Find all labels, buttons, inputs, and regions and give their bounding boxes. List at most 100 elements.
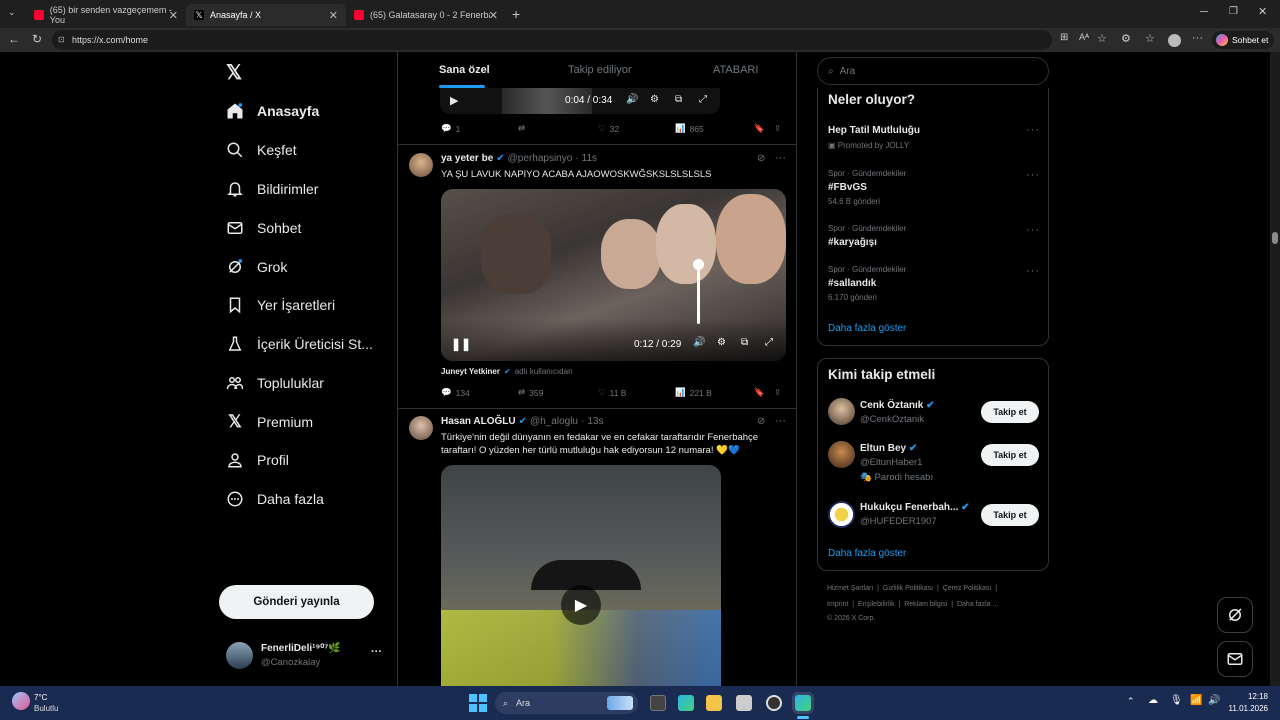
author-handle[interactable]: @perhapsinyo	[508, 153, 573, 164]
minimize-icon[interactable]: ─	[1200, 6, 1208, 18]
nav-item-bookmarks[interactable]: Yer İşaretleri	[226, 293, 335, 317]
nav-item-messages[interactable]: Sohbet	[226, 216, 301, 240]
share-action[interactable]: ⇪	[774, 387, 781, 398]
start-button[interactable]	[469, 694, 487, 712]
more-menu-icon[interactable]: ···	[1192, 32, 1203, 44]
browser-tab-youtube-1[interactable]: (65) bir senden vazgeçemem - You ✕	[26, 4, 186, 26]
scrollbar-thumb[interactable]	[1272, 232, 1278, 244]
settings-icon[interactable]: ⚙	[717, 337, 726, 348]
tab-actions-icon[interactable]: ⌄	[8, 7, 16, 18]
video-player[interactable]: ❚❚ 0:12 / 0:29 🔊 ⚙ ⧉ ⤢	[441, 189, 786, 361]
nav-item-more[interactable]: Daha fazla	[226, 487, 324, 511]
footer-link-accessibility[interactable]: Erişilebilirlik	[858, 601, 895, 608]
copilot-button[interactable]: Sohbet et	[1212, 31, 1274, 49]
grok-icon[interactable]: ⊘	[757, 416, 765, 427]
weather-temp[interactable]: 7°C	[34, 693, 47, 702]
post-button[interactable]: Gönderi yayınla	[219, 585, 374, 619]
follow-button[interactable]: Takip et	[981, 444, 1039, 466]
tab-for-you[interactable]: Sana özel	[439, 64, 490, 76]
footer-link-imprint[interactable]: Imprint	[827, 601, 848, 608]
retweet-action[interactable]: ⇄ 359	[518, 387, 543, 398]
footer-link-terms[interactable]: Hizmet Şartları	[827, 585, 873, 592]
who-show-more-link[interactable]: Daha fazla göster	[828, 548, 906, 559]
like-action[interactable]: ♡ 32	[598, 123, 619, 134]
avatar[interactable]	[828, 398, 855, 425]
grok-icon[interactable]: ⊘	[757, 153, 765, 164]
url-field[interactable]: ⊡ https://x.com/home	[52, 30, 1052, 50]
speaker-icon[interactable]: 🔊	[1208, 695, 1220, 706]
edge-icon[interactable]	[678, 695, 694, 711]
browser-tab-youtube-2[interactable]: (65) Galatasaray 0 - 2 Fenerbahçe ✕	[346, 4, 506, 26]
post-time[interactable]: 13s	[587, 416, 603, 427]
reply-action[interactable]: 💬 134	[441, 387, 470, 398]
footer-link-privacy[interactable]: Gizlilik Politikası	[883, 585, 933, 592]
volume-slider-knob[interactable]	[693, 259, 704, 270]
tab-atabari[interactable]: ATABARI	[713, 64, 758, 76]
favorites-icon[interactable]: ☆	[1145, 32, 1155, 45]
author-name[interactable]: Hasan ALOĞLU	[441, 416, 516, 427]
volume-icon[interactable]: 🔊	[626, 94, 638, 105]
author-name[interactable]: ya yeter be	[441, 153, 493, 164]
nav-item-profile[interactable]: Profil	[226, 448, 289, 472]
weather-icon[interactable]	[12, 692, 30, 710]
taskbar-search[interactable]: ⌕ Ara	[495, 692, 638, 714]
close-window-icon[interactable]: ✕	[1258, 5, 1267, 18]
fullscreen-icon[interactable]: ⤢	[765, 337, 773, 348]
share-action[interactable]: ⇪	[774, 123, 781, 134]
weather-desc[interactable]: Bulutlu	[34, 704, 58, 713]
pause-icon[interactable]: ❚❚	[451, 337, 471, 351]
nav-item-creator-studio[interactable]: İçerik Üreticisi St...	[226, 332, 373, 356]
footer-link-more[interactable]: Daha fazla ...	[957, 601, 998, 608]
more-dots-icon[interactable]: ···	[1026, 169, 1040, 181]
profile-avatar[interactable]	[1168, 34, 1181, 47]
more-dots-icon[interactable]: ···	[1026, 124, 1040, 136]
account-switcher[interactable]: FenerliDeli¹⁹⁰⁷🌿 @Canozkalay ···	[226, 640, 386, 670]
pip-icon[interactable]: ⧉	[675, 94, 682, 105]
volume-icon[interactable]: 🔊	[693, 337, 705, 348]
more-dots-icon[interactable]: ···	[775, 415, 786, 427]
footer-link-cookies[interactable]: Çerez Politikası	[943, 585, 992, 592]
bookmark-action[interactable]: 🔖	[754, 123, 765, 134]
video-player-top[interactable]: ▶ 0:04 / 0:34 🔊 ⚙ ⧉ ⤢	[440, 88, 720, 114]
follow-button[interactable]: Takip et	[981, 401, 1039, 423]
site-info-icon[interactable]: ⊡	[58, 35, 65, 44]
pip-icon[interactable]: ⧉	[741, 337, 748, 348]
nav-item-explore[interactable]: Keşfet	[226, 138, 297, 162]
settings-icon[interactable]: ⚙	[650, 94, 659, 105]
close-tab-icon[interactable]: ✕	[329, 9, 338, 22]
play-icon[interactable]: ▶	[561, 585, 601, 625]
file-explorer-icon[interactable]	[706, 695, 722, 711]
video-player[interactable]: ▶	[441, 465, 721, 686]
nav-item-premium[interactable]: 𝕏 Premium	[226, 410, 313, 434]
close-tab-icon[interactable]: ✕	[169, 9, 178, 22]
more-dots-icon[interactable]: ···	[1026, 265, 1040, 277]
browser-tab-x[interactable]: 𝕏 Anasayfa / X ✕	[186, 4, 346, 26]
tab-following[interactable]: Takip ediliyor	[568, 64, 632, 76]
task-view-icon[interactable]	[650, 695, 666, 711]
maximize-icon[interactable]: ❐	[1229, 6, 1238, 17]
trends-show-more-link[interactable]: Daha fazla göster	[828, 323, 906, 334]
avatar[interactable]	[409, 153, 433, 177]
avatar[interactable]	[409, 416, 433, 440]
reply-action[interactable]: 💬 1	[441, 123, 460, 134]
views-action[interactable]: 📊 221 B	[675, 387, 712, 398]
more-dots-icon[interactable]: ···	[775, 152, 786, 164]
app-icon[interactable]	[766, 695, 782, 711]
attribution-name[interactable]: Juneyt Yetkiner	[441, 367, 500, 376]
wifi-icon[interactable]: 📶	[1190, 695, 1202, 706]
nav-item-home[interactable]: Anasayfa	[226, 99, 319, 123]
microphone-icon[interactable]: 🎙	[1170, 695, 1183, 706]
search-input[interactable]: ⌕ Ara	[817, 57, 1049, 85]
apps-icon[interactable]: ⊞	[1060, 32, 1068, 43]
nav-item-communities[interactable]: Topluluklar	[226, 371, 324, 395]
nav-item-grok[interactable]: Grok	[226, 255, 287, 279]
favorite-star-icon[interactable]: ☆	[1097, 32, 1107, 45]
post-time[interactable]: 11s	[582, 153, 597, 164]
follow-button[interactable]: Takip et	[981, 504, 1039, 526]
back-icon[interactable]: ←	[8, 32, 20, 46]
views-action[interactable]: 📊 865	[675, 123, 704, 134]
close-tab-icon[interactable]: ✕	[489, 9, 498, 22]
author-handle[interactable]: @h_aloglu	[530, 416, 578, 427]
store-icon[interactable]	[736, 695, 752, 711]
bookmark-action[interactable]: 🔖	[754, 387, 765, 398]
